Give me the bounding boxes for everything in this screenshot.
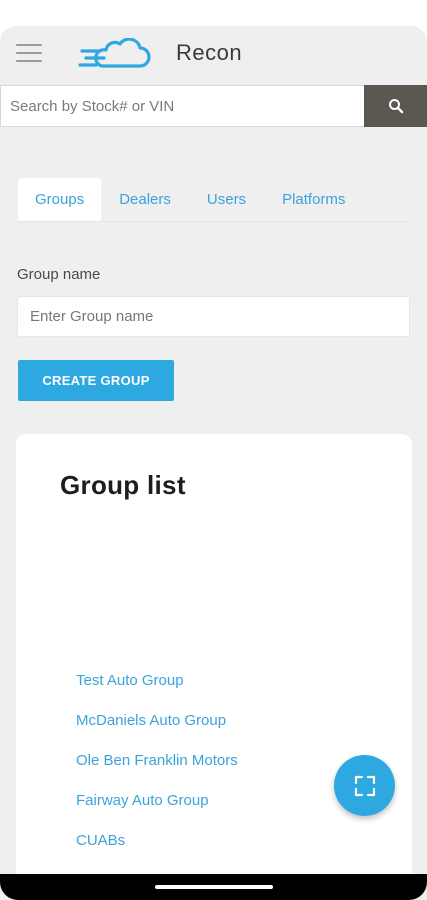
app-title: Recon [176,40,243,65]
admin-tabs: Groups Dealers Users Platforms [18,178,410,222]
group-name-field[interactable] [17,296,410,337]
group-list-item[interactable]: Test Auto Group [76,670,238,710]
search-bar [0,85,427,127]
tab-dealers[interactable]: Dealers [101,178,189,221]
tab-users[interactable]: Users [189,178,264,221]
cloud-speed-logo-icon [78,38,151,68]
group-name-label: Group name [17,266,101,283]
tab-groups[interactable]: Groups [18,178,102,221]
group-list: Test Auto Group McDaniels Auto Group Ole… [76,670,238,870]
hamburger-menu-icon[interactable] [16,42,44,64]
group-list-card: Group list Test Auto Group McDaniels Aut… [16,434,412,900]
group-list-item[interactable]: Ole Ben Franklin Motors [76,750,238,790]
tab-platforms[interactable]: Platforms [264,178,363,221]
fullscreen-icon [354,775,375,796]
app-header: Recon [0,26,427,84]
group-list-item[interactable]: Fairway Auto Group [76,790,238,830]
group-list-item[interactable]: McDaniels Auto Group [76,710,238,750]
phone-frame: Recon Groups Dealers Users Platforms Gro… [0,0,427,900]
fullscreen-button[interactable] [334,755,395,816]
search-input[interactable] [0,85,364,127]
group-list-title: Group list [60,470,186,500]
group-list-item[interactable]: CUABs [76,830,238,870]
search-button[interactable] [364,85,427,127]
home-indicator[interactable] [155,885,273,889]
create-group-button[interactable]: CREATE GROUP [18,360,174,401]
search-icon [388,99,403,114]
